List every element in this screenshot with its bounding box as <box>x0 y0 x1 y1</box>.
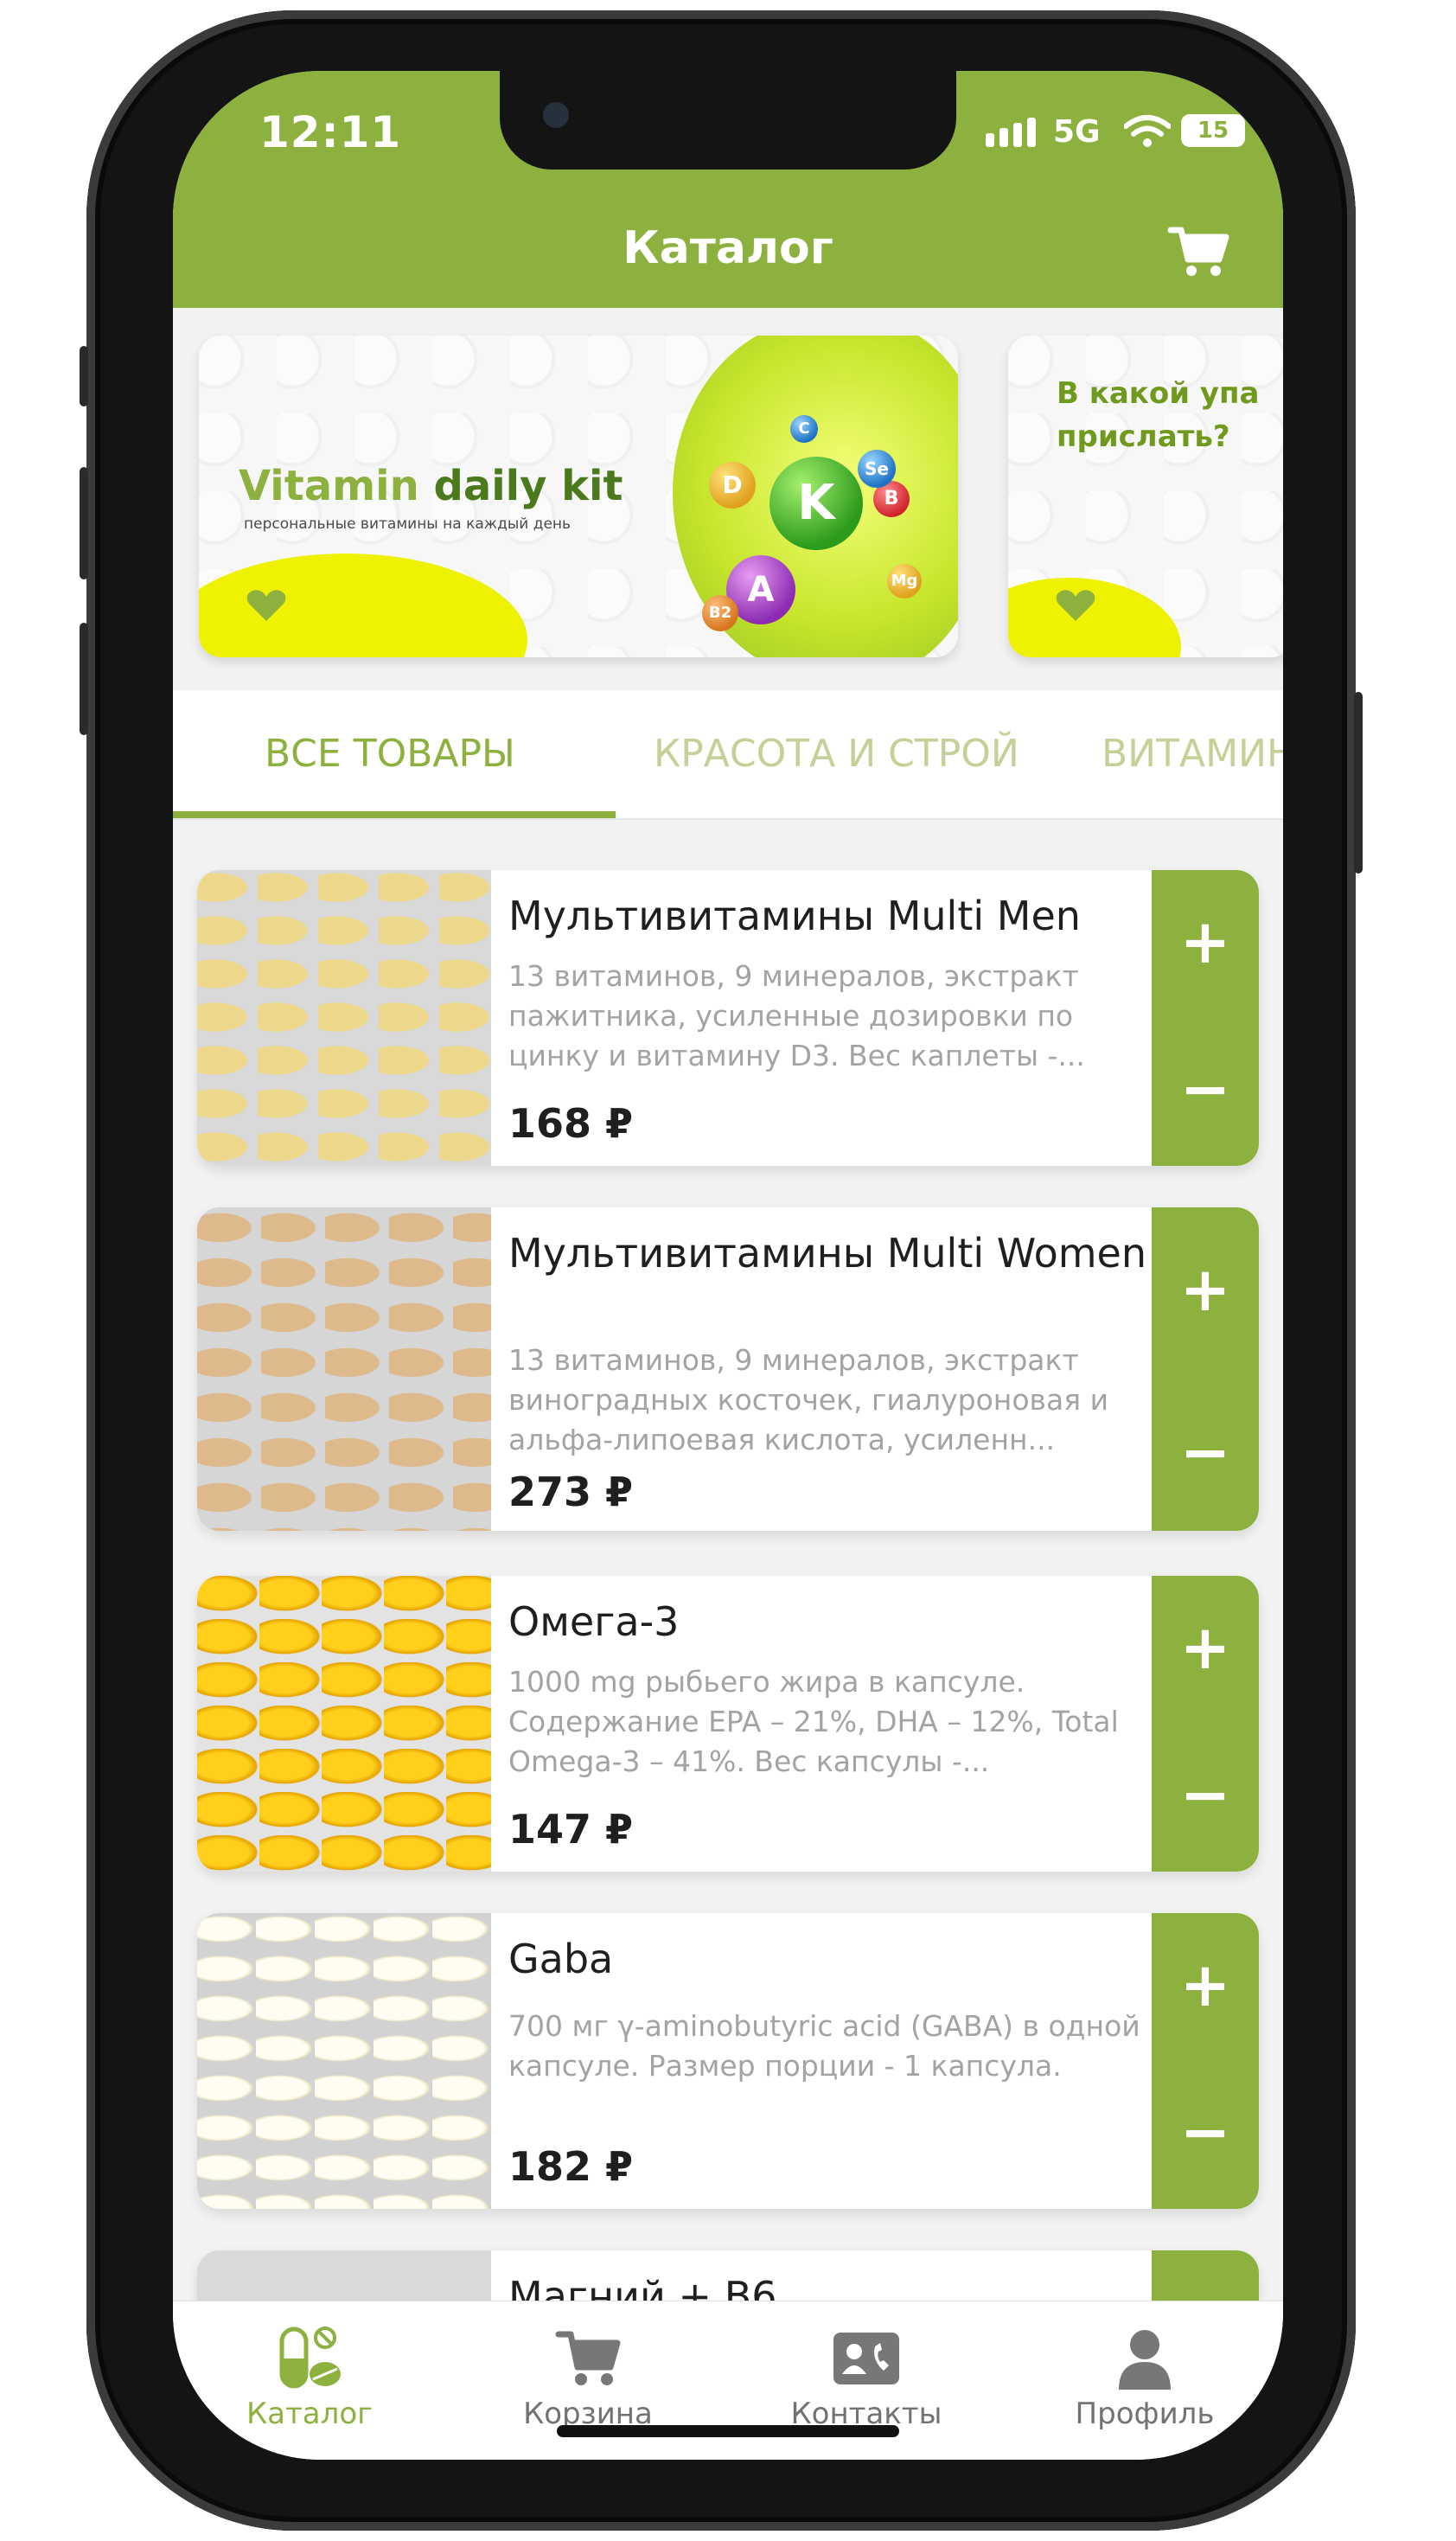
side-button-mute <box>80 346 88 406</box>
home-indicator[interactable] <box>557 2425 899 2437</box>
product-image <box>197 870 491 1166</box>
remove-from-cart-button[interactable]: − <box>1152 1759 1259 1830</box>
product-image <box>197 1913 491 2209</box>
quantity-stepper: + − <box>1152 1913 1259 2209</box>
product-card[interactable]: Омега-3 1000 mg рыбьего жира в капсуле. … <box>197 1576 1259 1872</box>
product-name: Магний + B6 <box>508 2273 777 2301</box>
app-screen: 12:11 5G 15 Каталог Vitamin daily kit пе… <box>173 71 1283 2460</box>
product-name: Мультивитамины Multi Men <box>508 893 1081 939</box>
cart-icon <box>555 2331 621 2385</box>
product-description: 13 витаминов, 9 минералов, экстракт пажи… <box>508 959 1085 1072</box>
product-card[interactable]: Мультивитамины Multi Men 13 витаминов, 9… <box>197 870 1259 1166</box>
signal-icon <box>986 118 1036 147</box>
vitamin-bubble-c: C <box>790 415 818 443</box>
product-image <box>197 1207 491 1531</box>
product-card[interactable]: Мультивитамины Multi Women 13 витаминов,… <box>197 1207 1259 1531</box>
vitamin-bubble-b2: B2 <box>702 595 738 631</box>
product-name: Мультивитамины Multi Women <box>508 1230 1146 1277</box>
vitamin-bubble-d: D <box>709 462 756 509</box>
product-price: 273 ₽ <box>508 1469 634 1515</box>
add-to-cart-button[interactable]: + <box>1152 1949 1259 2020</box>
tab-vitamins[interactable]: ВИТАМИН <box>1102 690 1283 818</box>
promo-banner-packaging[interactable]: В какой упа прислать? <box>1008 336 1283 657</box>
side-button-volume-down <box>80 623 88 735</box>
product-card[interactable]: Gaba 700 мг γ-aminobutyric acid (GABA) в… <box>197 1913 1259 2209</box>
network-label: 5G <box>1053 114 1101 150</box>
remove-from-cart-button[interactable]: − <box>1152 2096 1259 2167</box>
tabbar-label: Каталог <box>246 2397 373 2431</box>
cart-icon[interactable] <box>1167 225 1229 278</box>
profile-icon <box>1119 2330 1171 2390</box>
vitamin-bubble-mg: Mg <box>887 564 922 598</box>
tabbar-item-catalog[interactable]: Каталог <box>197 2301 422 2460</box>
add-to-cart-button[interactable]: + <box>1152 906 1259 977</box>
heart-logo-icon <box>1056 590 1095 621</box>
promo-carousel[interactable]: Vitamin daily kit персональные витамины … <box>173 308 1283 657</box>
pills-icon <box>279 2327 341 2389</box>
status-time: 12:11 <box>259 107 402 157</box>
side-button-power <box>1354 692 1363 874</box>
product-description: 13 витаминов, 9 минералов, экстракт вино… <box>508 1343 1109 1456</box>
notch <box>500 71 956 170</box>
product-name: Gaba <box>508 1936 614 1982</box>
promo-banner-vitamin-kit[interactable]: Vitamin daily kit персональные витамины … <box>199 336 958 657</box>
remove-from-cart-button[interactable]: − <box>1152 1053 1259 1124</box>
banner2-title: В какой упа прислать? <box>1057 376 1260 454</box>
product-list[interactable]: Мультивитамины Multi Men 13 витаминов, 9… <box>173 820 1283 2301</box>
tab-all-products[interactable]: ВСЕ ТОВАРЫ <box>265 690 515 818</box>
tabbar-label: Профиль <box>1075 2397 1215 2431</box>
product-price: 168 ₽ <box>508 1100 634 1147</box>
camera-icon <box>543 102 569 128</box>
tab-beauty[interactable]: КРАСОТА И СТРОЙ <box>654 690 1019 818</box>
tabbar-item-profile[interactable]: Профиль <box>1032 2301 1257 2460</box>
page-title: Каталог <box>623 222 833 274</box>
banner-title: Vitamin daily kit <box>239 462 623 510</box>
vitamin-bubble-k: K <box>770 457 863 550</box>
vitamin-bubble-se: Se <box>858 450 896 488</box>
quantity-stepper: + − <box>1152 870 1259 1166</box>
active-tab-indicator <box>173 811 616 818</box>
product-price: 182 ₽ <box>508 2143 634 2190</box>
product-image <box>197 2250 491 2301</box>
banner-subtitle: персональные витамины на каждый день <box>244 515 572 533</box>
quantity-stepper: + − <box>1152 1576 1259 1872</box>
add-to-cart-button[interactable]: + <box>1152 1612 1259 1683</box>
wifi-icon <box>1124 115 1171 147</box>
product-description: 1000 mg рыбьего жира в капсуле. Содержан… <box>508 1665 1119 1778</box>
product-card[interactable]: Магний + B6 <box>197 2250 1259 2301</box>
product-image <box>197 1576 491 1872</box>
product-name: Омега-3 <box>508 1598 680 1645</box>
side-button-volume-up <box>80 467 88 579</box>
heart-logo-icon <box>246 590 286 621</box>
quantity-stepper: + − <box>1152 1207 1259 1531</box>
remove-from-cart-button[interactable]: − <box>1152 1417 1259 1488</box>
product-price: 147 ₽ <box>508 1806 634 1853</box>
add-to-cart-button[interactable]: + <box>1152 1254 1259 1325</box>
product-description: 700 мг γ-aminobutyric acid (GABA) в одно… <box>508 2009 1140 2083</box>
category-tabs: ВСЕ ТОВАРЫ КРАСОТА И СТРОЙ ВИТАМИН <box>173 690 1283 818</box>
quantity-stepper <box>1152 2250 1259 2301</box>
battery-icon: 15 <box>1181 114 1245 147</box>
nav-bar: Каталог <box>173 192 1283 308</box>
contacts-icon <box>833 2333 899 2384</box>
